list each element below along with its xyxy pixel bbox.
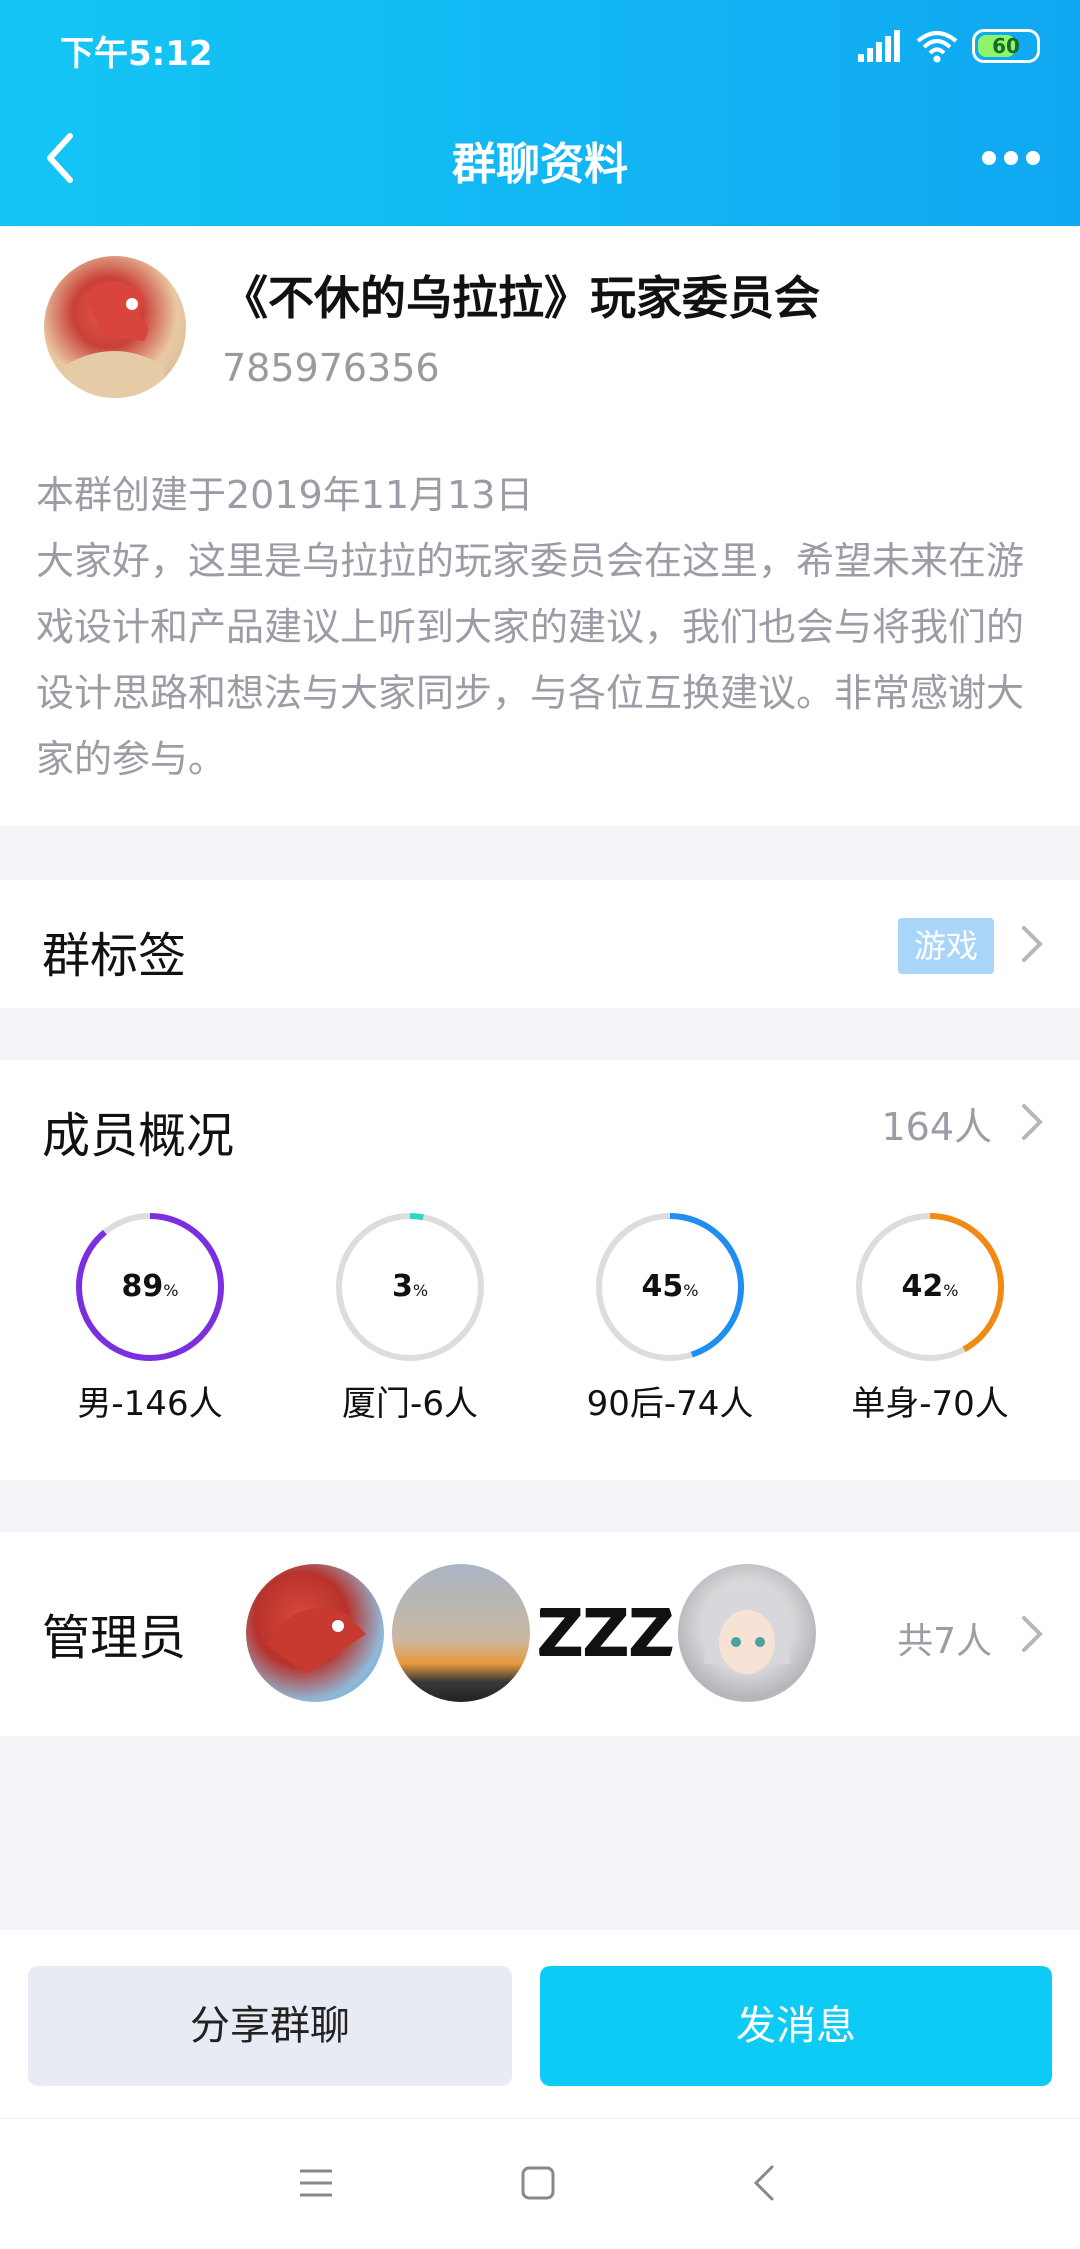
tag-chip: 游戏 bbox=[897, 918, 994, 974]
stat-ring: 45% bbox=[595, 1212, 745, 1362]
share-group-button[interactable]: 分享群聊 bbox=[28, 1966, 512, 2086]
more-dot-icon bbox=[1026, 151, 1040, 165]
more-dot-icon bbox=[982, 151, 996, 165]
members-count: 164人 bbox=[881, 1105, 992, 1149]
stat-label: 单身-70人 bbox=[851, 1384, 1009, 1424]
status-time: 下午5:12 bbox=[60, 34, 213, 74]
stat-location: 3% 厦门-6人 bbox=[300, 1212, 520, 1425]
admins-label: 管理员 bbox=[42, 1610, 187, 1666]
group-avatar[interactable] bbox=[44, 256, 186, 398]
group-description: 本群创建于2019年11月13日 大家好，这里是乌拉拉的玩家委员会在这里，希望未… bbox=[36, 473, 1025, 781]
admin-avatar[interactable] bbox=[392, 1564, 530, 1702]
stat-percent: 3% bbox=[335, 1212, 485, 1362]
stat-percent-unit: % bbox=[943, 1281, 959, 1300]
stat-percent-unit: % bbox=[412, 1281, 429, 1300]
stat-percent-value: 3 bbox=[391, 1269, 413, 1304]
stat-percent-value: 89 bbox=[121, 1269, 164, 1304]
stat-ring: 42% bbox=[855, 1212, 1005, 1362]
stat-percent-value: 45 bbox=[641, 1269, 684, 1304]
tags-label: 群标签 bbox=[42, 928, 187, 984]
stat-single: 42% 单身-70人 bbox=[820, 1212, 1040, 1425]
status-icons: 60 bbox=[858, 26, 1040, 66]
bottom-action-bar: 分享群聊 发消息 bbox=[0, 1930, 1080, 2118]
page-title: 群聊资料 bbox=[452, 139, 628, 190]
group-id: 785976356 bbox=[222, 346, 440, 390]
character-avatar-icon bbox=[704, 1586, 790, 1674]
admins-row[interactable]: 管理员 ZZZ 共7人 bbox=[0, 1532, 1080, 1736]
admin-avatar[interactable] bbox=[678, 1564, 816, 1702]
dinosaur-avatar-icon bbox=[266, 1608, 366, 1674]
stat-percent: 42% bbox=[855, 1212, 1005, 1362]
stat-label: 男-146人 bbox=[77, 1384, 223, 1424]
chevron-right-icon bbox=[1022, 1616, 1043, 1652]
chevron-right-icon bbox=[1022, 1104, 1043, 1140]
send-message-button[interactable]: 发消息 bbox=[540, 1966, 1052, 2086]
battery-level: 60 bbox=[992, 34, 1020, 58]
members-overview-card[interactable]: 成员概况 164人 89% 男-146人 3% 厦门-6人 45% 90后-74… bbox=[0, 1060, 1080, 1480]
home-icon[interactable] bbox=[518, 2163, 558, 2203]
signal-icon bbox=[858, 30, 900, 62]
header-bar: 下午5:12 60 群聊资料 bbox=[0, 0, 1080, 226]
more-dot-icon bbox=[1004, 151, 1018, 165]
stat-ring: 89% bbox=[75, 1212, 225, 1362]
chevron-right-icon bbox=[1022, 926, 1043, 962]
stat-label: 厦门-6人 bbox=[342, 1384, 478, 1424]
stat-percent-value: 42 bbox=[901, 1269, 944, 1304]
menu-icon[interactable] bbox=[296, 2163, 336, 2203]
stat-label: 90后-74人 bbox=[586, 1384, 754, 1424]
wifi-icon bbox=[916, 31, 958, 63]
admins-count: 共7人 bbox=[897, 1621, 992, 1662]
back-icon[interactable] bbox=[744, 2163, 784, 2203]
admin-avatar[interactable] bbox=[246, 1564, 384, 1702]
more-options-button[interactable] bbox=[982, 140, 1052, 176]
stat-percent-unit: % bbox=[163, 1281, 179, 1300]
admin-avatar-text: ZZZ bbox=[536, 1594, 674, 1672]
system-navigation-bar bbox=[0, 2118, 1080, 2249]
group-name: 《不休的乌拉拉》玩家委员会 bbox=[222, 271, 820, 325]
stat-gender: 89% 男-146人 bbox=[40, 1212, 260, 1425]
group-profile-card: 《不休的乌拉拉》玩家委员会 785976356 本群创建于2019年11月13日… bbox=[0, 226, 1080, 826]
stat-ring: 3% bbox=[335, 1212, 485, 1362]
battery-icon: 60 bbox=[972, 29, 1040, 63]
stat-percent: 45% bbox=[595, 1212, 745, 1362]
stat-percent-unit: % bbox=[683, 1281, 699, 1300]
stat-percent: 89% bbox=[75, 1212, 225, 1362]
admin-avatar[interactable]: ZZZ bbox=[536, 1564, 674, 1702]
dinosaur-avatar-icon bbox=[64, 281, 164, 398]
group-tags-row[interactable]: 群标签 游戏 bbox=[0, 880, 1080, 1008]
members-label: 成员概况 bbox=[42, 1108, 235, 1164]
stat-age: 45% 90后-74人 bbox=[560, 1212, 780, 1425]
